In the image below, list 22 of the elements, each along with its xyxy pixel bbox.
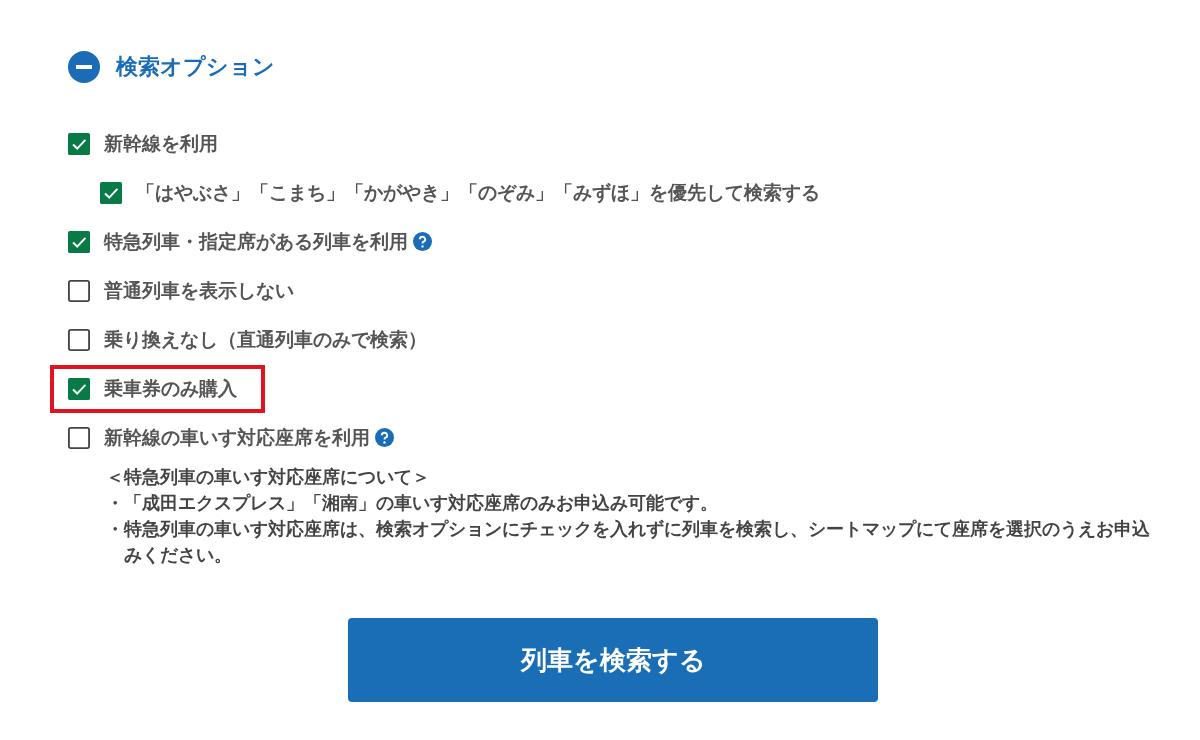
checkbox[interactable] — [68, 279, 90, 302]
option-label: 乗り換えなし（直通列車のみで検索） — [104, 326, 427, 352]
checkbox[interactable] — [68, 426, 90, 449]
note-heading: ＜特急列車の車いす対応座席について＞ — [106, 466, 431, 489]
checkbox[interactable] — [68, 230, 90, 253]
help-icon[interactable] — [413, 232, 432, 251]
search-button[interactable]: 列車を検索する — [348, 618, 878, 702]
section-title: 検索オプション — [116, 53, 275, 81]
collapse-icon[interactable] — [68, 51, 100, 83]
note-text: ・「成田エクスプレス」「湘南」の車いす対応座席のみお申込み可能です。 — [106, 492, 719, 515]
note-text: ・特急列車の車いす対応座席は、検索オプションにチェックを入れずに列車を検索し、シートマップにて座席を選択のうえお申込みください。 — [106, 518, 1151, 567]
option-label: 普通列車を表示しない — [104, 277, 294, 303]
checkbox[interactable] — [68, 328, 90, 351]
option-label: 新幹線の車いす対応座席を利用 — [104, 424, 370, 450]
option-label: 特急列車・指定席がある列車を利用 — [104, 228, 408, 254]
checkbox[interactable] — [100, 181, 122, 204]
option-label: 「はやぶさ」「こまち」「かがやき」「のぞみ」「みずほ」を優先して検索する — [136, 179, 820, 205]
help-icon[interactable] — [375, 428, 394, 447]
checkbox[interactable] — [68, 377, 90, 400]
checkbox[interactable] — [68, 132, 90, 155]
option-label: 新幹線を利用 — [104, 130, 218, 156]
option-label: 乗車券のみ購入 — [104, 375, 237, 401]
